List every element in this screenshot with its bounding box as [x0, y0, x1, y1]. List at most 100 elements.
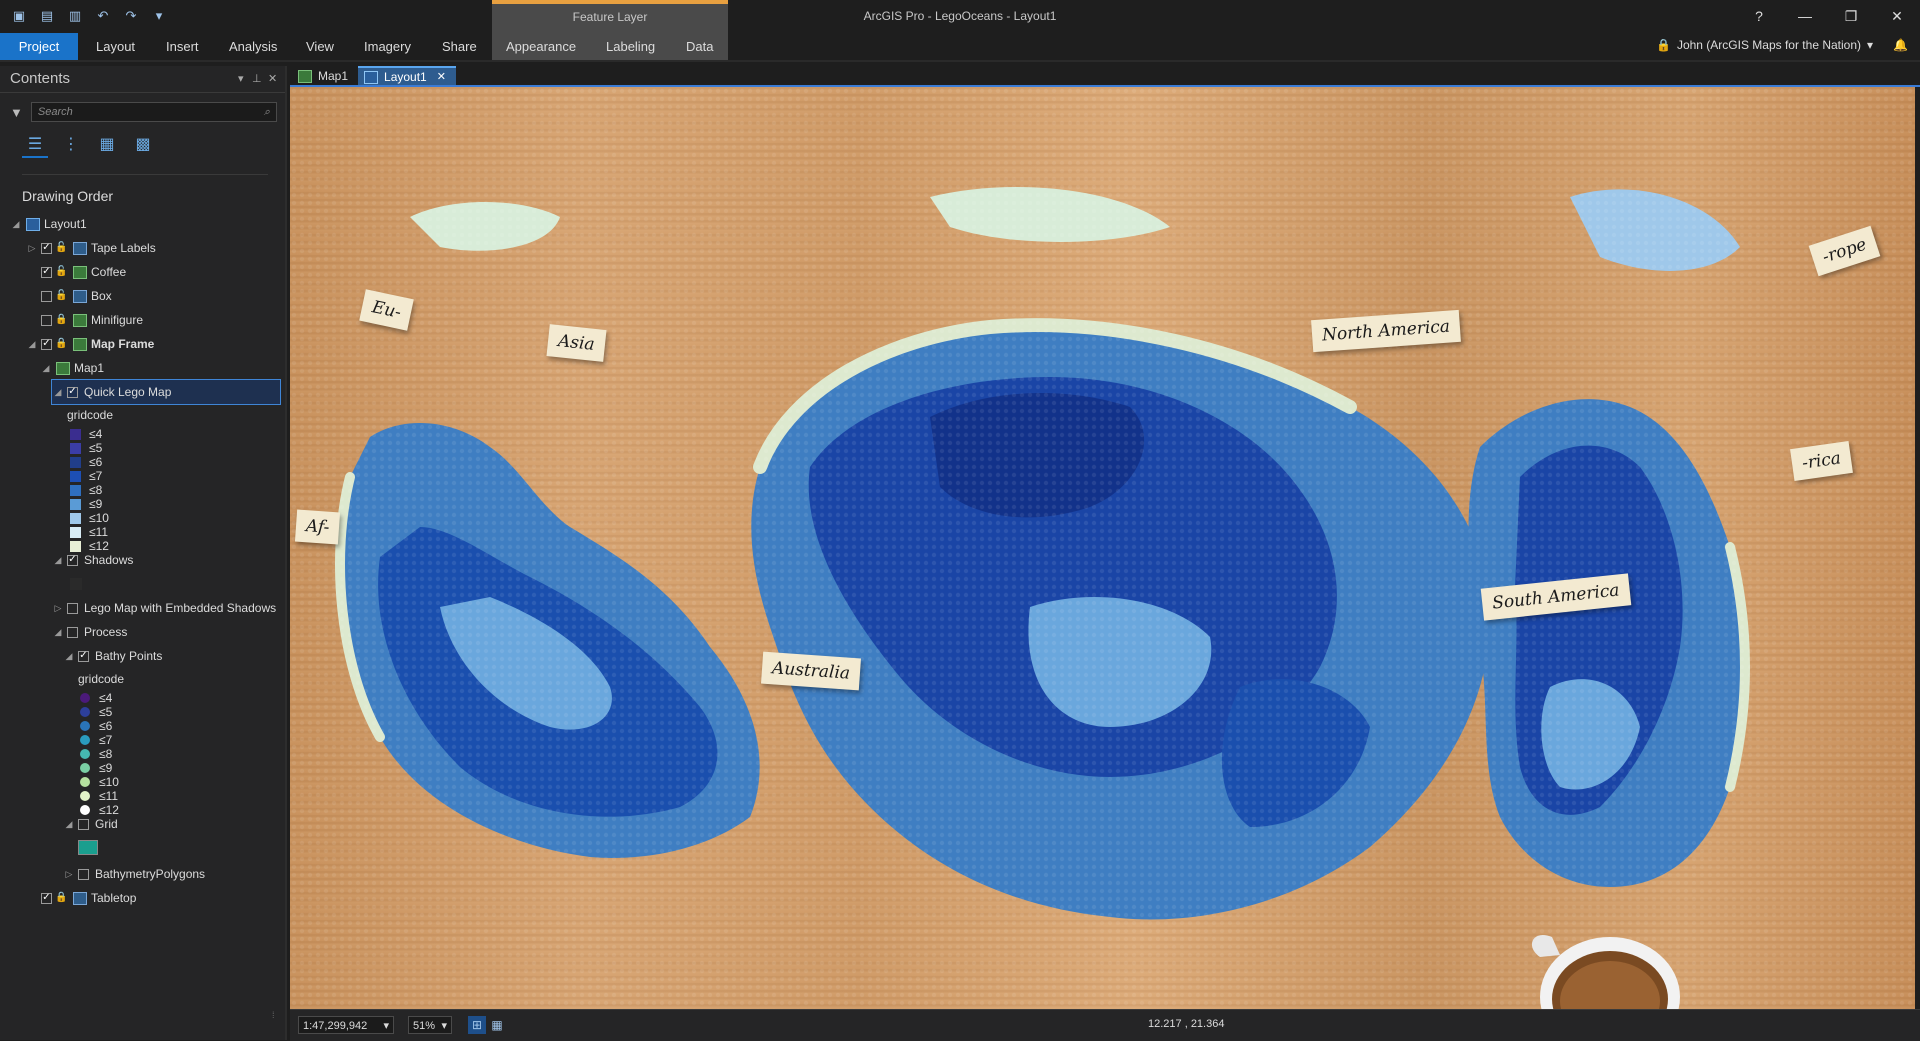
tree-item-label: Bathy Points	[95, 649, 163, 663]
editing-icon[interactable]: ▩	[130, 132, 156, 156]
expand-icon[interactable]: ◢	[52, 380, 64, 404]
zoom-selector[interactable]: 51% ▾	[408, 1016, 452, 1034]
title-bar: ▣ ▤ ▥ ↶ ↷ ▾ Feature Layer ArcGIS Pro - L…	[0, 0, 1920, 60]
tree-item-label: Layout1	[44, 217, 87, 231]
unlock-icon[interactable]: 🔓	[55, 260, 67, 284]
pin-icon[interactable]: ⊥	[252, 66, 262, 92]
view-tab-map1[interactable]: Map1	[292, 66, 358, 86]
expand-icon[interactable]: ◢	[10, 212, 22, 236]
visibility-checkbox[interactable]: ✓	[41, 338, 52, 350]
visibility-checkbox[interactable]	[41, 314, 52, 326]
expand-icon[interactable]: ◢	[63, 812, 75, 836]
minimize-button[interactable]: —	[1782, 0, 1828, 32]
notification-icon[interactable]: 🔔	[1893, 38, 1908, 52]
tree-item-minifigure[interactable]: 🔒 Minifigure	[38, 308, 143, 332]
tab-insert[interactable]: Insert	[152, 33, 213, 60]
customize-icon[interactable]: ▾	[148, 7, 170, 25]
visibility-checkbox[interactable]: ✓	[41, 266, 52, 278]
legend-class-label: ≤10	[89, 511, 109, 525]
user-name: John (ArcGIS Maps for the Nation)	[1676, 38, 1862, 52]
tape-label-af: Af-	[294, 509, 341, 545]
tab-share[interactable]: Share	[428, 33, 491, 60]
chevron-down-icon: ▾	[1867, 38, 1874, 52]
expand-icon[interactable]: ▷	[52, 596, 64, 620]
user-account[interactable]: 🔒 John (ArcGIS Maps for the Nation) ▾ 🔔	[1656, 38, 1908, 52]
close-pane-icon[interactable]: ✕	[268, 66, 277, 92]
legend-class-label: ≤5	[89, 441, 103, 455]
expand-icon[interactable]: ▷	[63, 862, 75, 886]
tab-data[interactable]: Data	[672, 33, 727, 60]
project-icon[interactable]: ▣	[8, 7, 30, 25]
expand-icon[interactable]: ◢	[52, 620, 64, 644]
tab-labeling[interactable]: Labeling	[592, 33, 669, 60]
unlock-icon[interactable]: 🔓	[55, 284, 67, 308]
tree-item-lego-embedded[interactable]: ▷ Lego Map with Embedded Shadows	[52, 596, 277, 620]
tree-item-map1[interactable]: ◢ Map1	[40, 356, 105, 380]
tab-layout[interactable]: Layout	[82, 33, 149, 60]
visibility-checkbox[interactable]: ✓	[67, 554, 78, 566]
open-icon[interactable]: ▤	[36, 7, 58, 25]
lock-icon[interactable]: 🔒	[55, 886, 67, 910]
filter-icon[interactable]: ▼	[10, 105, 23, 120]
unlock-icon[interactable]: 🔓	[55, 236, 67, 260]
resize-grip-icon[interactable]: ⁞	[272, 1010, 275, 1020]
visibility-checkbox[interactable]: ✓	[67, 386, 78, 398]
divider	[22, 174, 268, 175]
close-button[interactable]: ✕	[1874, 0, 1920, 32]
map-icon	[298, 69, 312, 83]
tree-item-bathy-points[interactable]: ◢ ✓ Bathy Points	[63, 644, 163, 668]
redo-icon[interactable]: ↷	[120, 7, 142, 25]
visibility-checkbox[interactable]	[41, 290, 52, 302]
fit-page-icon[interactable]: ⊞	[468, 1016, 486, 1034]
tree-item-bathymetry-polygons[interactable]: ▷ BathymetryPolygons	[63, 862, 206, 886]
visibility-checkbox[interactable]: ✓	[78, 650, 89, 662]
selection-icon[interactable]: ▦	[94, 132, 120, 156]
save-icon[interactable]: ▥	[64, 7, 86, 25]
lock-icon[interactable]: 🔒	[55, 308, 67, 332]
expand-icon[interactable]: ◢	[26, 332, 38, 356]
search-input[interactable]: Search ⌕	[30, 102, 277, 122]
tab-imagery[interactable]: Imagery	[350, 33, 425, 60]
tree-item-quick-lego-map[interactable]: ◢ ✓ Quick Lego Map	[51, 379, 281, 405]
restore-button[interactable]: ❐	[1828, 0, 1874, 32]
expand-icon[interactable]: ◢	[63, 644, 75, 668]
expand-icon[interactable]: ▷	[26, 236, 38, 260]
visibility-checkbox[interactable]: ✓	[41, 892, 52, 904]
drawing-order-icon[interactable]: ☰	[22, 132, 48, 158]
legend-swatch	[80, 805, 90, 815]
view-tab-layout1[interactable]: Layout1 ✕	[358, 66, 456, 86]
visibility-checkbox[interactable]	[67, 626, 78, 638]
visibility-checkbox[interactable]	[67, 602, 78, 614]
legend-swatch	[80, 707, 90, 717]
layout-view[interactable]: Eu- Asia North America -rope -rica Af- S…	[290, 87, 1915, 1009]
visibility-checkbox[interactable]	[78, 818, 89, 830]
tree-item-map-frame[interactable]: ◢ ✓ 🔒 Map Frame	[26, 332, 155, 356]
scale-selector[interactable]: 1:47,299,942 ▾	[298, 1016, 394, 1034]
tree-item-label: Tape Labels	[91, 241, 156, 255]
expand-icon[interactable]: ◢	[40, 356, 52, 380]
visibility-checkbox[interactable]	[78, 868, 89, 880]
tab-appearance[interactable]: Appearance	[492, 33, 590, 60]
tree-item-tape-labels[interactable]: ▷ ✓ 🔓 Tape Labels	[26, 236, 156, 260]
help-button[interactable]: ?	[1736, 0, 1782, 32]
grid-toggle-icon[interactable]: ▦	[488, 1016, 506, 1034]
lock-icon[interactable]: 🔒	[55, 332, 67, 356]
tab-project[interactable]: Project	[0, 33, 78, 60]
tree-item-process[interactable]: ◢ Process	[52, 620, 128, 644]
expand-icon[interactable]: ◢	[52, 548, 64, 572]
tree-item-label: Tabletop	[91, 891, 137, 905]
undo-icon[interactable]: ↶	[92, 7, 114, 25]
tree-item-coffee[interactable]: ✓ 🔓 Coffee	[38, 260, 126, 284]
contents-header: Contents ▾ ⊥ ✕	[0, 66, 285, 93]
source-icon[interactable]: ⋮	[58, 132, 84, 156]
legend-class-label: ≤12	[99, 803, 119, 817]
pane-menu-icon[interactable]: ▾	[238, 66, 244, 92]
tree-item-layout1[interactable]: ◢ Layout1	[10, 212, 87, 236]
tree-item-tabletop[interactable]: ✓ 🔒 Tabletop	[38, 886, 136, 910]
tree-item-box[interactable]: 🔓 Box	[38, 284, 112, 308]
tab-analysis[interactable]: Analysis	[215, 33, 291, 60]
tab-view[interactable]: View	[292, 33, 348, 60]
visibility-checkbox[interactable]: ✓	[41, 242, 52, 254]
close-tab-icon[interactable]: ✕	[437, 67, 446, 87]
legend-swatch	[80, 735, 90, 745]
